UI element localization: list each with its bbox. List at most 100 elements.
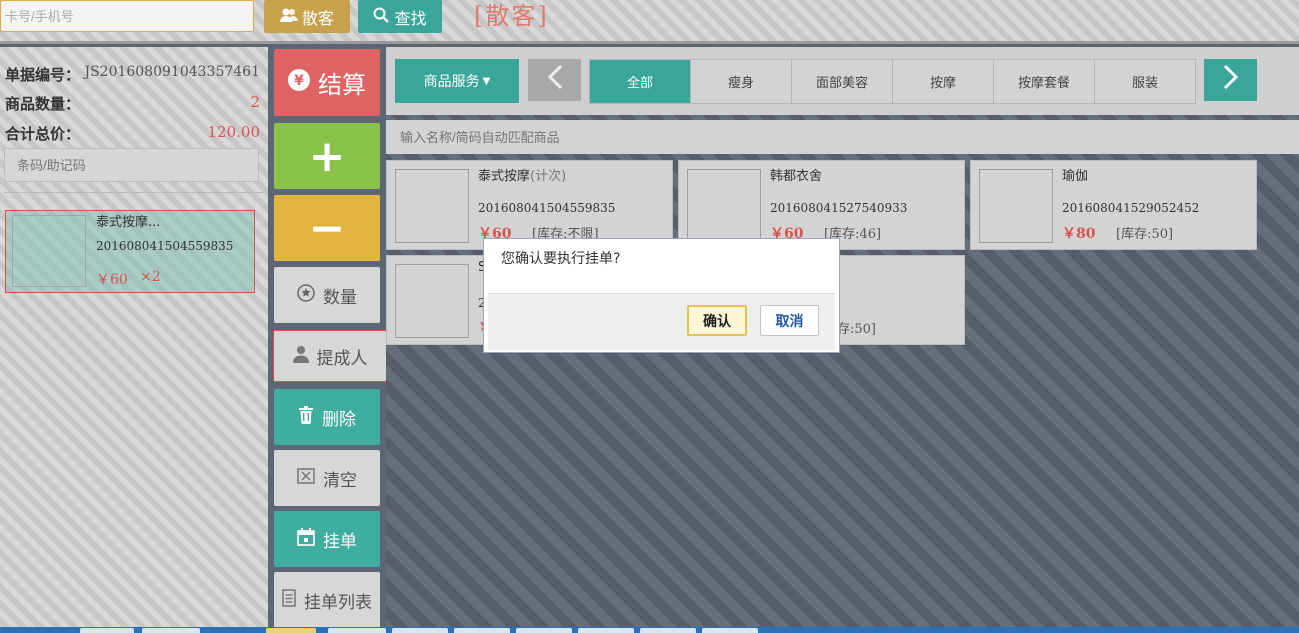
calendar-icon [297,527,315,551]
order-total-value: 120.00 [207,123,261,141]
action-column: ¥ 结算 + − 数量 提成人 删除 清空 挂单 挂单列表 [268,47,387,633]
order-qty-row: 商品数量： 2 [5,93,260,117]
taskbar-item[interactable] [142,628,200,633]
taskbar-item[interactable] [702,628,758,633]
taskbar-item[interactable] [80,628,134,633]
category-tab-facial[interactable]: 面部美容 [791,60,892,103]
order-total-row: 合计总价： 120.00 [5,123,260,147]
product-code: 201608041504559835 [478,201,616,215]
list-icon [282,588,296,612]
taskbar-item[interactable] [454,628,510,633]
hold-label: 挂单 [323,531,357,552]
hold-list-button[interactable]: 挂单列表 [274,572,380,628]
product-image [979,169,1053,243]
product-card[interactable]: 瑜伽 201608041529052452 ￥80 [库存:50] [970,160,1257,250]
category-tab-all[interactable]: 全部 [590,60,690,103]
product-code: 201608041529052452 [1062,201,1200,215]
os-taskbar [0,627,1299,633]
current-customer-label: [散客] [474,2,549,30]
cart-item-image [12,215,86,287]
top-bar: 散客 查找 [散客] [0,0,1299,44]
product-search-input[interactable] [386,120,1299,154]
clear-button[interactable]: 清空 [274,450,380,506]
cart-item[interactable]: 泰式按摩... 201608041504559835 ￥60 ×2 [5,210,255,293]
search-label: 查找 [394,8,427,28]
taskbar-item[interactable] [516,628,572,633]
order-number-row: 单据编号： JS201608091043357461 [5,64,260,88]
star-circle-icon [297,283,315,307]
walkin-label: 散客 [301,8,334,28]
taskbar-item[interactable] [578,628,634,633]
barcode-input[interactable] [4,148,259,182]
order-panel: 单据编号： JS201608091043357461 商品数量： 2 合计总价：… [0,47,268,633]
category-dropdown[interactable]: 商品服务 ▼ [395,59,519,103]
confirm-dialog: 您确认要执行挂单? 确认 取消 [483,238,840,353]
cart-item-price: ￥60 [96,272,128,288]
cart-item-code: 201608041504559835 [96,239,234,253]
category-prev-button[interactable] [528,59,581,101]
order-qty-value: 2 [250,93,260,111]
quantity-button[interactable]: 数量 [274,267,380,323]
taskbar-item[interactable] [640,628,696,633]
product-name: 瑜伽 [1062,169,1089,184]
cart-item-qty: ×2 [140,269,161,285]
product-code: 201608041527540933 [770,201,908,215]
settle-button[interactable]: ¥ 结算 [274,49,380,116]
category-tab-clothing[interactable]: 服装 [1094,60,1195,103]
quantity-label: 数量 [323,287,357,308]
taskbar-item[interactable] [328,628,386,633]
commission-label: 提成人 [316,348,368,369]
product-card[interactable]: 泰式按摩(计次) 201608041504559835 ￥60 [库存:不限] [386,160,673,250]
chevron-left-icon [547,63,563,98]
cancel-button[interactable]: 取消 [760,305,819,336]
category-dropdown-label: 商品服务 [423,74,480,90]
yen-icon: ¥ [288,69,310,96]
clear-box-icon [297,467,315,489]
minus-icon: − [308,202,346,254]
product-card[interactable]: 韩都衣舍 201608041527540933 ￥60 [库存:46] [678,160,965,250]
user-group-icon [279,7,298,27]
divider [4,192,264,193]
product-image [395,169,469,243]
category-next-button[interactable] [1204,59,1257,101]
product-stock: [库存:50] [1116,227,1174,242]
category-tab-slimming[interactable]: 瘦身 [690,60,791,103]
caret-down-icon: ▼ [482,75,491,87]
order-number-label: 单据编号： [5,66,81,84]
category-tab-massage-package[interactable]: 按摩套餐 [993,60,1094,103]
hold-order-button[interactable]: 挂单 [274,511,380,567]
decrease-button[interactable]: − [274,195,380,261]
clear-label: 清空 [323,470,357,491]
confirm-button[interactable]: 确认 [687,305,747,336]
hold-list-label: 挂单列表 [304,592,372,613]
category-bar: 商品服务 ▼ 全部 瘦身 面部美容 按摩 按摩套餐 服装 [386,47,1299,115]
delete-label: 删除 [322,409,356,430]
search-member-button[interactable]: 查找 [358,0,442,33]
cart-item-name: 泰式按摩... [96,215,161,230]
product-price: ￥80 [1062,226,1096,242]
settle-label: 结算 [318,71,366,99]
confirm-dialog-message: 您确认要执行挂单? [501,251,621,267]
taskbar-item[interactable] [266,628,316,633]
delete-button[interactable]: 删除 [274,389,380,445]
product-image [687,169,761,243]
plus-icon: + [308,130,346,182]
increase-button[interactable]: + [274,123,380,189]
chevron-right-icon [1223,63,1239,98]
user-icon [292,345,309,368]
product-name: 韩都衣舍 [770,169,823,184]
product-grid: 泰式按摩(计次) 201608041504559835 ￥60 [库存:不限] … [386,154,1299,633]
product-subtitle: (计次) [530,169,567,184]
trash-icon [298,405,314,429]
order-qty-label: 商品数量： [5,95,81,113]
taskbar-item[interactable] [392,628,448,633]
order-number-value: JS201608091043357461 [84,64,260,80]
category-tab-massage[interactable]: 按摩 [892,60,993,103]
category-tabs: 全部 瘦身 面部美容 按摩 按摩套餐 服装 [589,59,1196,104]
product-name: 泰式按摩(计次) [478,169,567,184]
confirm-dialog-footer: 确认 取消 [488,293,835,350]
walkin-customer-button[interactable]: 散客 [264,0,350,33]
commission-button[interactable]: 提成人 [273,330,387,382]
product-image [395,264,469,338]
member-card-input[interactable] [0,0,254,32]
